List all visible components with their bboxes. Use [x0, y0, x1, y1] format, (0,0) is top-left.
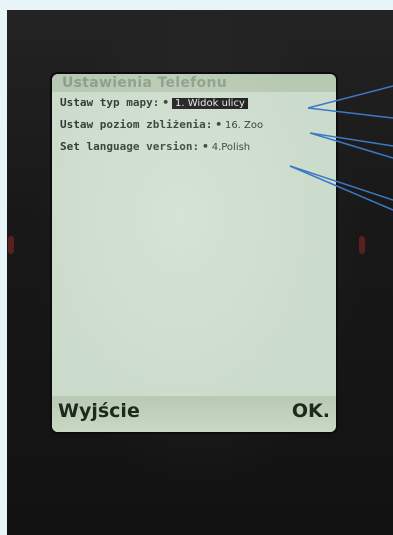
setting-value: 1. Widok ulicy: [171, 98, 248, 109]
setting-label: Set language version:: [60, 140, 200, 153]
phone-screen: Ustawienia Telefonu Ustaw typ mapy: • 1. W…: [52, 74, 336, 432]
bullet-icon: •: [202, 140, 209, 153]
setting-value: 4.Polish: [211, 142, 251, 153]
setting-label: Ustaw typ mapy:: [60, 96, 160, 109]
side-button-left: [8, 236, 14, 254]
exit-softkey[interactable]: Wyjście: [58, 400, 140, 422]
setting-value: 16. Zoo: [224, 120, 264, 131]
bullet-icon: •: [215, 118, 222, 131]
ok-softkey[interactable]: OK.: [292, 400, 330, 422]
setting-label: Ustaw poziom zbliżenia:: [60, 118, 213, 131]
side-button-right: [359, 236, 365, 254]
softkey-bar: Wyjście OK.: [52, 396, 336, 432]
screen-title: Ustawienia Telefonu: [52, 74, 336, 92]
setting-zoom-level[interactable]: Ustaw poziom zbliżenia: • 16. Zoo: [60, 116, 263, 134]
setting-language[interactable]: Set language version: • 4.Polish: [60, 138, 250, 156]
bullet-icon: •: [162, 96, 169, 109]
setting-map-type[interactable]: Ustaw typ mapy: • 1. Widok ulicy: [60, 94, 248, 112]
